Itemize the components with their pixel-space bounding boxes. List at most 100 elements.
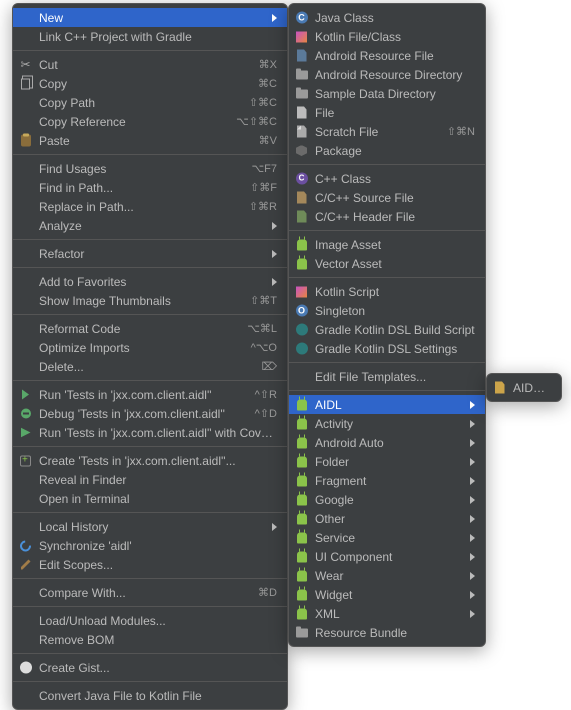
menu-item[interactable]: Debug 'Tests in 'jxx.com.client.aidl''^⇧… [13, 404, 287, 423]
menu-item-label: Google [315, 493, 464, 507]
menu-item[interactable]: Compare With...⌘D [13, 583, 287, 602]
menu-item[interactable]: Google [289, 490, 485, 509]
android-icon [294, 606, 309, 621]
menu-item[interactable]: Add to Favorites [13, 272, 287, 291]
menu-item[interactable]: Edit Scopes... [13, 555, 287, 574]
menu-item-label: Singleton [315, 304, 475, 318]
menu-item-label: C++ Class [315, 172, 475, 186]
menu-item[interactable]: Widget [289, 585, 485, 604]
submenu-arrow-icon [272, 250, 277, 258]
shortcut-label: ^⇧D [255, 407, 277, 420]
menu-item[interactable]: Replace in Path...⇧⌘R [13, 197, 287, 216]
menu-item[interactable]: Reveal in Finder [13, 470, 287, 489]
menu-item[interactable]: Delete...⌦ [13, 357, 287, 376]
menu-item[interactable]: Sample Data Directory [289, 84, 485, 103]
shortcut-label: ⌘C [258, 77, 277, 90]
menu-item-label: Reveal in Finder [39, 473, 277, 487]
menu-item-label: File [315, 106, 475, 120]
menu-item-label: Refactor [39, 247, 266, 261]
submenu-arrow-icon [272, 14, 277, 22]
menu-item[interactable]: New [13, 8, 287, 27]
separator [289, 362, 485, 363]
menu-item[interactable]: Analyze [13, 216, 287, 235]
menu-item[interactable]: C/C++ Header File [289, 207, 485, 226]
runcov-icon [18, 425, 33, 440]
menu-item[interactable]: Copy Path⇧⌘C [13, 93, 287, 112]
menu-item-label: Gradle Kotlin DSL Build Script [315, 323, 475, 337]
menu-item[interactable]: Show Image Thumbnails⇧⌘T [13, 291, 287, 310]
menu-item[interactable]: Service [289, 528, 485, 547]
menu-item[interactable]: Optimize Imports^⌥O [13, 338, 287, 357]
menu-item[interactable]: Package [289, 141, 485, 160]
menu-item[interactable]: File [289, 103, 485, 122]
menu-item[interactable]: Copy⌘C [13, 74, 287, 93]
menu-item[interactable]: Android Auto [289, 433, 485, 452]
menu-item[interactable]: Gradle Kotlin DSL Settings [289, 339, 485, 358]
menu-item[interactable]: Find in Path...⇧⌘F [13, 178, 287, 197]
menu-item[interactable]: Folder [289, 452, 485, 471]
menu-item-label: Vector Asset [315, 257, 475, 271]
android-icon [294, 454, 309, 469]
menu-item[interactable]: Run 'Tests in 'jxx.com.client.aidl''^⇧R [13, 385, 287, 404]
menu-item[interactable]: Scratch File⇧⌘N [289, 122, 485, 141]
menu-item[interactable]: XML [289, 604, 485, 623]
menu-item[interactable]: Create Gist... [13, 658, 287, 677]
menu-item[interactable]: Load/Unload Modules... [13, 611, 287, 630]
submenu-arrow-icon [272, 278, 277, 286]
menu-item-label: Replace in Path... [39, 200, 241, 214]
menu-item[interactable]: Gradle Kotlin DSL Build Script [289, 320, 485, 339]
menu-item[interactable]: Vector Asset [289, 254, 485, 273]
hfile-icon [294, 209, 309, 224]
menu-item[interactable]: Open in Terminal [13, 489, 287, 508]
menu-item[interactable]: UI Component [289, 547, 485, 566]
menu-item[interactable]: Refactor [13, 244, 287, 263]
menu-item[interactable]: Android Resource Directory [289, 65, 485, 84]
menu-item[interactable]: Remove BOM [13, 630, 287, 649]
menu-item[interactable]: CJava Class [289, 8, 485, 27]
shortcut-label: ⇧⌘F [250, 181, 277, 194]
menu-item[interactable]: Image Asset [289, 235, 485, 254]
menu-item-label: Find Usages [39, 162, 243, 176]
menu-item[interactable]: ✂Cut⌘X [13, 55, 287, 74]
menu-item-label: Wear [315, 569, 464, 583]
menu-item-label: Optimize Imports [39, 341, 243, 355]
menu-item[interactable]: Kotlin File/Class [289, 27, 485, 46]
android-icon [294, 492, 309, 507]
menu-item[interactable]: Edit File Templates... [289, 367, 485, 386]
menu-item[interactable]: Fragment [289, 471, 485, 490]
menu-item-label: Image Asset [315, 238, 475, 252]
class-icon: O [294, 303, 309, 318]
kot-icon [294, 284, 309, 299]
menu-item[interactable]: Kotlin Script [289, 282, 485, 301]
menu-item-label: Run 'Tests in 'jxx.com.client.aidl'' wit… [39, 426, 277, 440]
menu-item[interactable]: Android Resource File [289, 46, 485, 65]
menu-item[interactable]: O Singleton [289, 301, 485, 320]
menu-item-label: Android Resource File [315, 49, 475, 63]
menu-item[interactable]: Other [289, 509, 485, 528]
menu-item[interactable]: Synchronize 'aidl' [13, 536, 287, 555]
menu-item[interactable]: C/C++ Source File [289, 188, 485, 207]
copy-icon [18, 76, 33, 91]
submenu-arrow-icon [272, 222, 277, 230]
menu-item[interactable]: Run 'Tests in 'jxx.com.client.aidl'' wit… [13, 423, 287, 442]
menu-item[interactable]: Paste⌘V [13, 131, 287, 150]
menu-item[interactable]: Wear [289, 566, 485, 585]
menu-item[interactable]: Resource Bundle [289, 623, 485, 642]
menu-item[interactable]: Link C++ Project with Gradle [13, 27, 287, 46]
menu-item[interactable]: AIDL File [487, 378, 561, 397]
menu-item[interactable]: Copy Reference⌥⇧⌘C [13, 112, 287, 131]
menu-item[interactable]: Find Usages⌥F7 [13, 159, 287, 178]
menu-item-label: Copy Path [39, 96, 241, 110]
menu-item-label: Edit File Templates... [315, 370, 475, 384]
menu-item[interactable]: Convert Java File to Kotlin File [13, 686, 287, 705]
separator [13, 267, 287, 268]
menu-item[interactable]: Activity [289, 414, 485, 433]
menu-item-label: Activity [315, 417, 464, 431]
menu-item[interactable]: Reformat Code⌥⌘L [13, 319, 287, 338]
menu-item[interactable]: CC++ Class [289, 169, 485, 188]
menu-item-label: Run 'Tests in 'jxx.com.client.aidl'' [39, 388, 247, 402]
menu-item[interactable]: Local History [13, 517, 287, 536]
menu-item[interactable]: Create 'Tests in 'jxx.com.client.aidl''.… [13, 451, 287, 470]
folder-icon [294, 86, 309, 101]
menu-item[interactable]: AIDL [289, 395, 485, 414]
